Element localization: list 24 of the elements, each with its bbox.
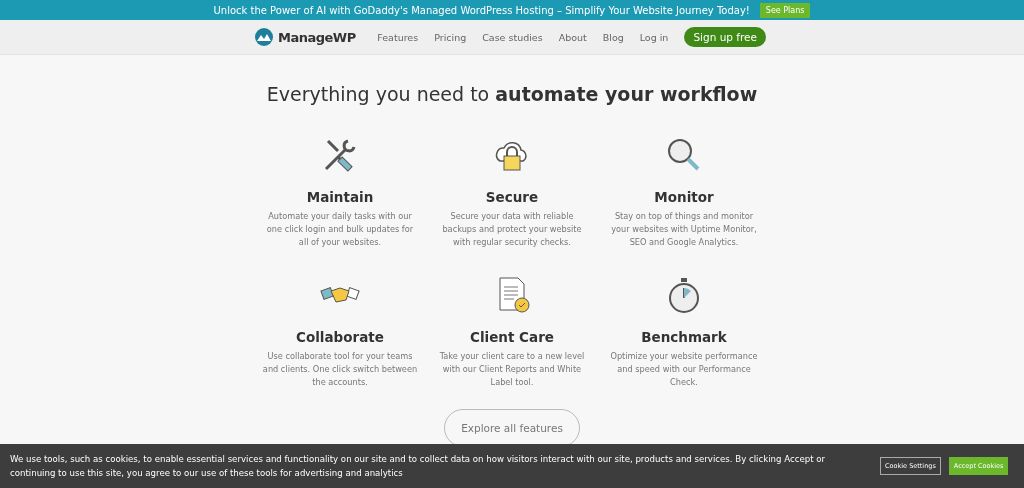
feature-description: Secure your data with reliable backups and protect your website with regular security checks. — [441, 210, 583, 249]
feature-description: Automate your daily tasks with our one click login and bulk updates for all of your websites. — [265, 210, 415, 249]
feature-description: Take your client care to a new level with our Client Reports and White Label tool. — [438, 350, 586, 389]
feature-title: Collaborate — [296, 329, 384, 345]
feature-title: Client Care — [470, 329, 554, 345]
nav-link[interactable]: Log in — [639, 31, 669, 43]
sign-up-button[interactable]: Sign up free — [684, 27, 766, 47]
nav-link[interactable]: Case studies — [482, 31, 543, 43]
logo-text[interactable]: ManageWP — [278, 29, 356, 45]
feature-title: Monitor — [654, 189, 714, 205]
section-heading: Everything you need to automate your workflow — [265, 83, 759, 105]
logo-icon — [254, 27, 274, 47]
feature-description: Use collaborate tool for your teams and clients. One click switch between the accounts. — [261, 350, 419, 389]
nav-link[interactable]: Features — [377, 31, 419, 43]
feature-title: Benchmark — [641, 329, 727, 345]
cookie-text: We use tools, such as cookies, to enable essential services and functionality on our site and to collect data on how visitors interact with our site, products and services. By clicking Accept or continuing to use this site, you agree to our use of these tools for advertising and analytics — [10, 453, 827, 480]
nav-link[interactable]: Pricing — [434, 31, 467, 43]
feature-description: Optimize your website performance and speed with our Performance Check. — [609, 350, 759, 389]
feature-description: Stay on top of things and monitor your websites with Uptime Monitor, SEO and Google Analytics. — [610, 210, 758, 249]
nav-link[interactable]: About — [558, 31, 587, 43]
nav-link[interactable]: Blog — [602, 31, 624, 43]
feature-title: Secure — [485, 189, 539, 205]
promo-text: Unlock the Power of AI with GoDaddy's Managed WordPress Hosting – Simplify Your Website Journey Today! — [213, 4, 750, 16]
feature-title: Maintain — [306, 189, 374, 205]
